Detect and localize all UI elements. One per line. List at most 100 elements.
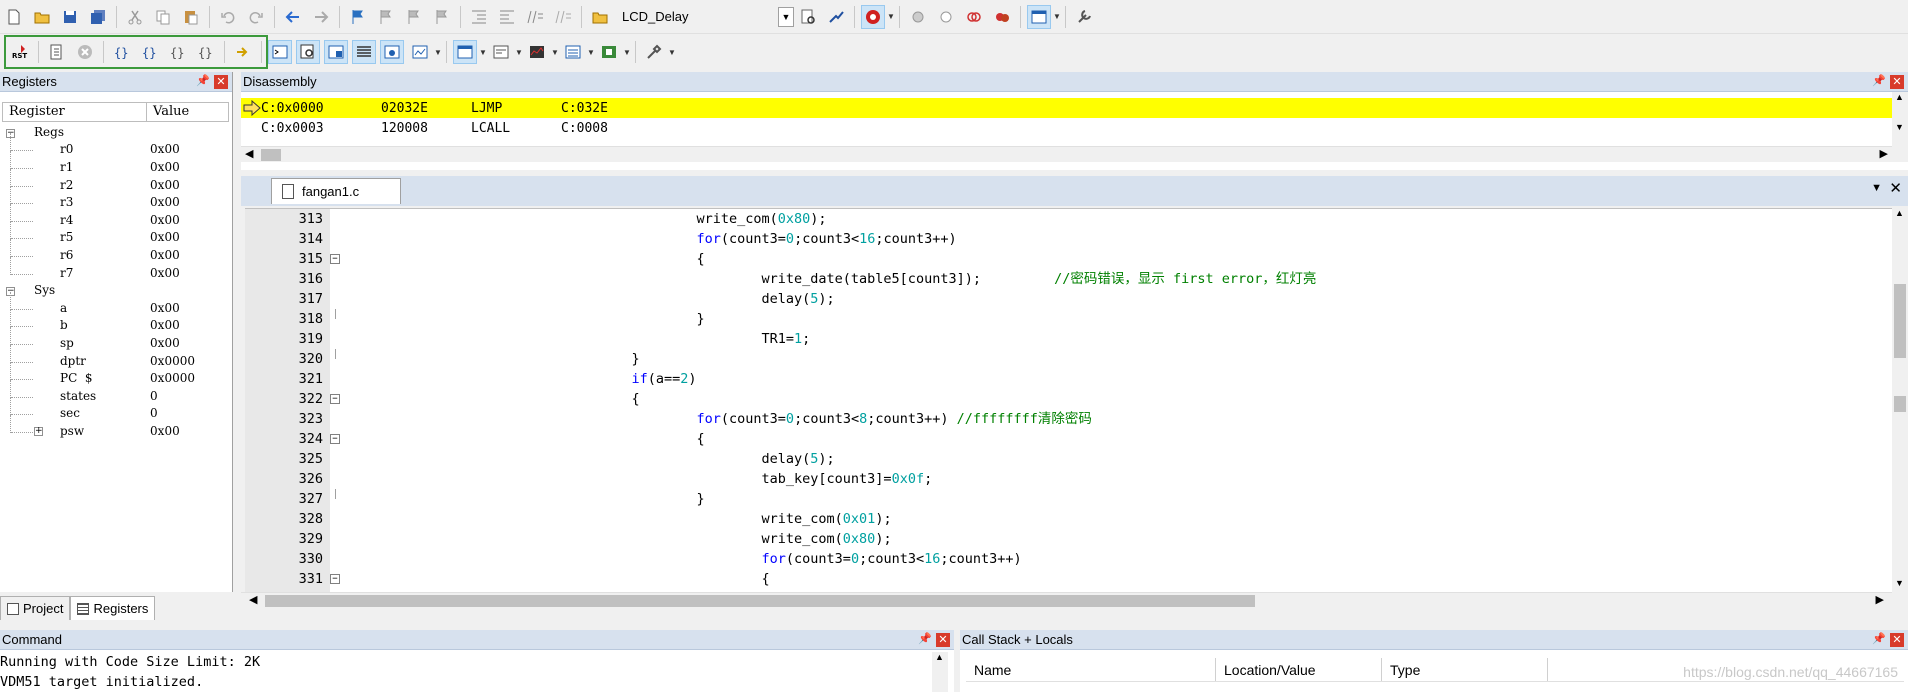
register-value[interactable]: 0x00: [150, 230, 229, 244]
column-type[interactable]: Type: [1382, 658, 1548, 681]
code-line[interactable]: 320 }: [245, 349, 1885, 369]
register-row[interactable]: a 0x00: [2, 291, 229, 317]
configure-icon[interactable]: [1072, 5, 1096, 29]
code-line[interactable]: 327 }: [245, 489, 1885, 509]
tab-list-dropdown-icon[interactable]: ▼: [1871, 182, 1882, 194]
register-value[interactable]: 0: [150, 389, 229, 403]
scroll-up-icon[interactable]: ▲: [1895, 208, 1904, 218]
tab-registers[interactable]: Registers: [70, 596, 156, 620]
code-line[interactable]: 330 for(count3=0;count3<16;count3++): [245, 549, 1885, 569]
disassembly-vscrollbar[interactable]: ▲ ▼: [1892, 92, 1908, 162]
register-row[interactable]: r6 0x00: [2, 238, 229, 264]
register-row[interactable]: r0 0x00: [2, 133, 229, 159]
pin-icon[interactable]: 📌: [1872, 74, 1886, 87]
editor-hscrollbar[interactable]: ◀ ▶: [241, 592, 1892, 608]
register-value[interactable]: 0x00: [150, 248, 229, 262]
register-row[interactable]: sec 0: [2, 397, 229, 423]
find-icon[interactable]: [796, 5, 820, 29]
register-row[interactable]: states 0: [2, 379, 229, 405]
bookmark-toggle-icon[interactable]: [346, 5, 370, 29]
expand-icon[interactable]: +: [34, 426, 43, 436]
code-line[interactable]: 314 for(count3=0;count3<16;count3++): [245, 229, 1885, 249]
code-line[interactable]: 317 delay(5);: [245, 289, 1885, 309]
find-in-files-icon[interactable]: [588, 5, 612, 29]
register-value[interactable]: 0x00: [150, 178, 229, 192]
tab-project[interactable]: Project: [0, 596, 71, 620]
toolbox-icon[interactable]: [642, 40, 666, 64]
code-line[interactable]: 328 write_com(0x01);: [245, 509, 1885, 529]
scroll-thumb[interactable]: [261, 149, 281, 161]
register-group-regs[interactable]: − Regs: [2, 123, 229, 141]
register-row[interactable]: r5 0x00: [2, 221, 229, 247]
column-value[interactable]: Value: [147, 103, 189, 121]
register-value[interactable]: 0x0000: [150, 354, 229, 368]
watch-window-icon[interactable]: [408, 40, 432, 64]
navigate-forward-icon[interactable]: [309, 5, 333, 29]
column-location-value[interactable]: Location/Value: [1216, 658, 1382, 681]
scroll-down-icon[interactable]: ▼: [1895, 122, 1904, 132]
code-line[interactable]: 319 TR1=1;: [245, 329, 1885, 349]
command-output[interactable]: Running with Code Size Limit: 2K VDM51 t…: [0, 650, 954, 692]
navigate-back-icon[interactable]: [281, 5, 305, 29]
code-line[interactable]: 322− {: [245, 389, 1885, 409]
code-line[interactable]: 331− {: [245, 569, 1885, 589]
register-value[interactable]: 0: [150, 406, 229, 420]
register-row[interactable]: r4 0x00: [2, 203, 229, 229]
code-line[interactable]: 325 delay(5);: [245, 449, 1885, 469]
open-folder-icon[interactable]: [30, 5, 54, 29]
incremental-find-icon[interactable]: [824, 5, 848, 29]
breakpoint-insert-icon[interactable]: [906, 5, 930, 29]
register-value[interactable]: 0x0000: [150, 371, 229, 385]
pin-icon[interactable]: 📌: [918, 632, 932, 645]
column-register[interactable]: Register: [3, 103, 147, 121]
fold-toggle-icon[interactable]: −: [330, 394, 340, 404]
close-icon[interactable]: ✕: [1889, 179, 1902, 197]
scroll-thumb[interactable]: [1894, 284, 1906, 358]
disassembly-window-icon[interactable]: [296, 40, 320, 64]
column-name[interactable]: Name: [966, 658, 1216, 681]
analysis-window-icon[interactable]: [525, 40, 549, 64]
register-row[interactable]: r3 0x00: [2, 186, 229, 211]
save-icon[interactable]: [58, 5, 82, 29]
register-row[interactable]: r1 0x00: [2, 150, 229, 176]
new-file-icon[interactable]: [2, 5, 26, 29]
register-row[interactable]: r7 0x00: [2, 256, 229, 282]
chevron-down-icon[interactable]: ▼: [1053, 5, 1061, 29]
register-value[interactable]: 0x00: [150, 142, 229, 156]
fold-toggle-icon[interactable]: −: [330, 254, 340, 264]
scroll-right-icon[interactable]: ▶: [1880, 147, 1888, 160]
chevron-down-icon[interactable]: ▼: [515, 40, 523, 64]
code-line[interactable]: 329 write_com(0x80);: [245, 529, 1885, 549]
memory-window-icon[interactable]: [453, 40, 477, 64]
chevron-down-icon[interactable]: ▼: [668, 40, 676, 64]
fold-toggle-icon[interactable]: −: [330, 434, 340, 444]
code-line[interactable]: 313 write_com(0x80);: [245, 209, 1885, 229]
close-icon[interactable]: ✕: [1890, 75, 1904, 89]
register-value[interactable]: 0x00: [150, 424, 229, 438]
code-area[interactable]: 313 write_com(0x80); 314 for(count3=0;cou…: [245, 208, 1892, 592]
breakpoint-kill-all-icon[interactable]: [990, 5, 1014, 29]
paste-icon[interactable]: [179, 5, 203, 29]
save-all-icon[interactable]: [86, 5, 110, 29]
debug-session-icon[interactable]: [861, 4, 885, 29]
code-line[interactable]: 323 for(count3=0;count3<8;count3++) //ff…: [245, 409, 1885, 429]
breakpoint-disable-all-icon[interactable]: [962, 5, 986, 29]
target-combo[interactable]: LCD_Delay ▼: [618, 6, 794, 28]
chevron-down-icon[interactable]: ▼: [551, 40, 559, 64]
close-icon[interactable]: ✕: [1890, 633, 1904, 647]
tab-fangan1-c[interactable]: fangan1.c: [271, 178, 401, 204]
disassembly-line[interactable]: C:0x0003 120008 LCALL C:0008: [261, 118, 608, 138]
chevron-down-icon[interactable]: ▼: [434, 40, 442, 64]
scroll-left-icon[interactable]: ◀: [245, 147, 253, 160]
call-stack-window-icon[interactable]: [380, 40, 404, 64]
code-line[interactable]: 324− {: [245, 429, 1885, 449]
chevron-down-icon[interactable]: ▼: [887, 5, 895, 29]
register-row[interactable]: r2 0x00: [2, 168, 229, 194]
indent-icon[interactable]: [467, 5, 491, 29]
register-row[interactable]: sp 0x00: [2, 326, 229, 352]
copy-icon[interactable]: [151, 5, 175, 29]
window-layout-icon[interactable]: [1027, 4, 1051, 29]
scroll-up-icon[interactable]: ▲: [1895, 92, 1904, 102]
scroll-left-icon[interactable]: ◀: [249, 593, 257, 606]
breakpoint-enable-icon[interactable]: [934, 5, 958, 29]
